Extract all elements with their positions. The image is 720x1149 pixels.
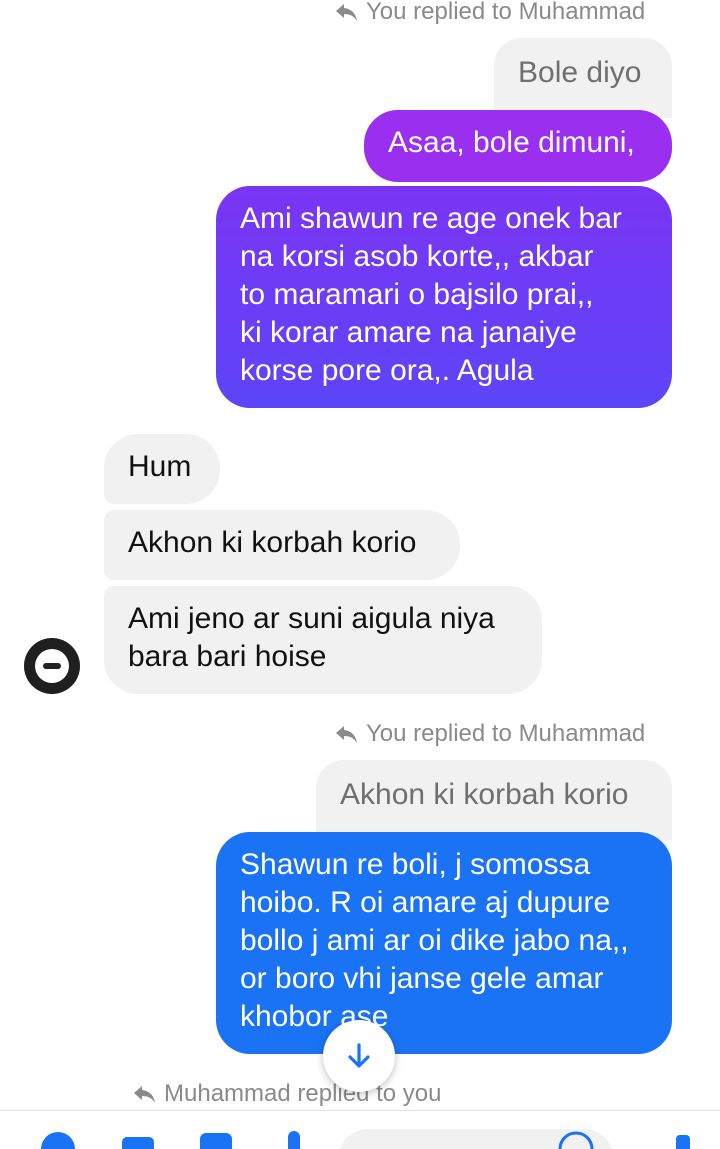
arrow-down-icon [348,1043,370,1068]
quoted-message-text: Akhon ki korbah korio [340,778,629,811]
message-text: to maramari o bajsilo prai,, [240,278,594,311]
reply-note-text: You replied to Muhammad [366,720,646,747]
message-text: korse pore ora,. Agula [240,354,534,387]
gallery-icon[interactable] [196,1129,236,1149]
quoted-message[interactable]: Bole diyo [494,38,672,118]
scroll-to-bottom-button[interactable] [323,1020,395,1092]
message-text: Hum [128,450,192,483]
message-bubble-outgoing[interactable]: Shawun re boli, j somossa hoibo. R oi am… [216,832,672,1054]
message-text: hoibo. R oi amare aj dupure [240,886,611,919]
reply-note-bottom: Muhammad replied to you [132,1080,441,1108]
reply-arrow-icon [336,4,357,21]
message-text: ki korar amare na janaiye [240,316,577,349]
message-text: or boro vhi janse gele amar [240,962,604,995]
reply-note-text: You replied to Muhammad [366,0,646,25]
message-bubble-incoming[interactable]: Akhon ki korbah korio [104,510,460,580]
composer-bar [0,1110,720,1149]
message-text: Ami shawun re age onek bar [240,202,622,235]
reply-note-text: Muhammad replied to you [164,1080,442,1107]
message-text: Shawun re boli, j somossa [240,848,591,881]
emoji-icon[interactable] [556,1129,596,1149]
message-text: bollo j ami ar oi dike jabo na,, [240,924,629,957]
message-text: Ami jeno ar suni aigula niya [128,602,495,635]
message-text: bara bari hoise [128,640,327,673]
message-bubble-outgoing[interactable]: Asaa, bole dimuni, [364,110,672,182]
reply-note-top: You replied to Muhammad [334,0,645,26]
contact-avatar[interactable] [24,638,80,694]
microphone-icon[interactable] [282,1129,306,1149]
camera-icon[interactable] [118,1129,158,1149]
message-text: Asaa, bole dimuni, [388,126,635,159]
message-text: Akhon ki korbah korio [128,526,417,559]
more-actions-icon[interactable] [38,1129,78,1149]
quoted-message-text: Bole diyo [518,56,642,89]
reply-note-middle: You replied to Muhammad [334,720,645,748]
message-text: khobor ase [240,1000,389,1033]
like-icon[interactable] [668,1129,708,1149]
reply-arrow-icon [336,726,357,743]
message-bubble-outgoing[interactable]: Ami shawun re age onek bar na korsi asob… [216,186,672,408]
reply-arrow-icon [134,1086,155,1103]
avatar-image [35,649,69,683]
message-bubble-incoming[interactable]: Hum [104,434,220,504]
message-text: na korsi asob korte,, akbar [240,240,594,273]
quoted-message[interactable]: Akhon ki korbah korio [316,760,672,840]
message-bubble-incoming[interactable]: Ami jeno ar suni aigula niya bara bari h… [104,586,542,694]
